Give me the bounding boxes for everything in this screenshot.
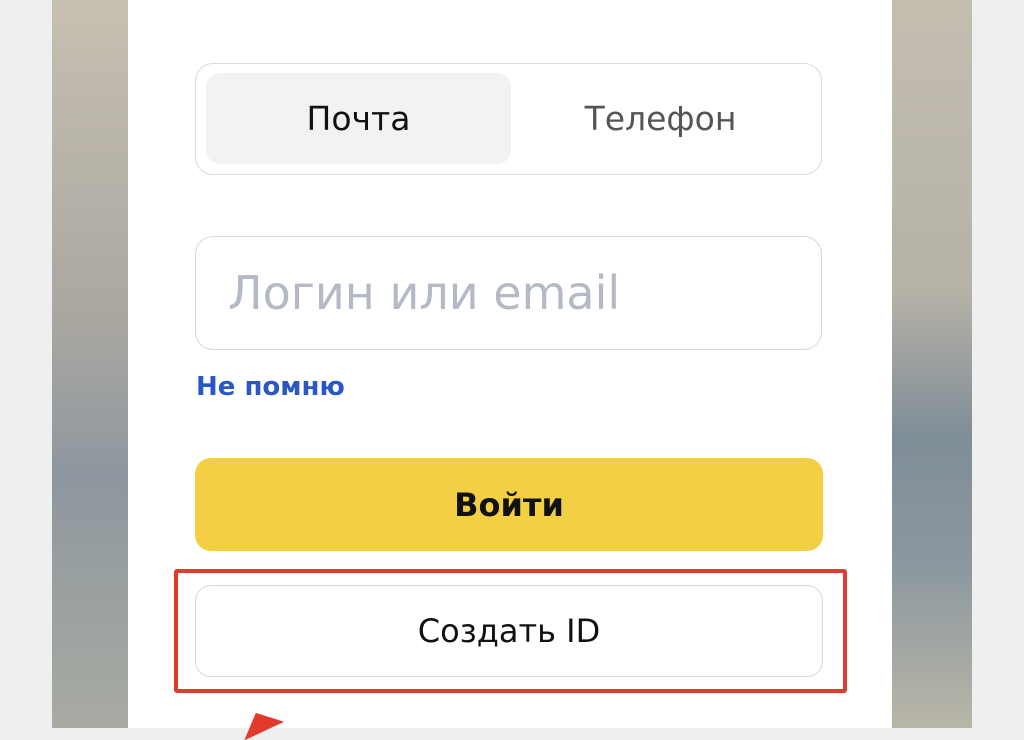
background-left-scenery (52, 0, 132, 728)
login-method-tabs: Почта Телефон (195, 63, 822, 175)
background-right-scenery (888, 0, 972, 728)
login-button[interactable]: Войти (195, 458, 823, 551)
forgot-login-link[interactable]: Не помню (196, 372, 345, 402)
create-id-button[interactable]: Создать ID (195, 585, 823, 677)
login-input[interactable] (195, 236, 822, 350)
tab-phone[interactable]: Телефон (508, 73, 813, 164)
tab-email[interactable]: Почта (206, 73, 511, 164)
